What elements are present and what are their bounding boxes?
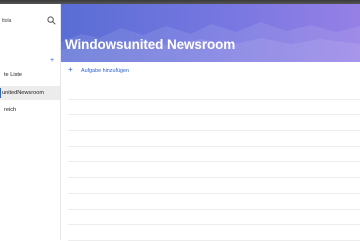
add-task-button[interactable]: + Aufgabe hinzufügen [68,65,268,78]
empty-task-row [68,100,360,116]
empty-task-row [68,225,360,241]
empty-task-row [68,178,360,194]
sidebar-item-windowsunited-newsroom[interactable]: unitedNewsroom [0,86,60,100]
mountain-background [61,4,360,62]
sidebar-item-list-3[interactable]: reich [0,103,60,117]
empty-task-row [68,147,360,163]
sidebar-item-list-1[interactable]: te Liste [0,68,60,82]
sidebar-item-label: reich [4,107,17,113]
page-title: Windowsunited Newsroom [65,37,236,52]
sidebar-item-label: te Liste [4,72,23,78]
empty-task-row [68,210,360,226]
empty-task-row [68,131,360,147]
plus-icon: + [68,65,73,74]
add-task-label: Aufgabe hinzufügen [81,68,129,74]
search-icon[interactable] [47,16,56,25]
empty-task-row [68,162,360,179]
empty-task-row [68,115,360,132]
add-list-icon[interactable]: + [50,57,54,64]
sidebar-item-label: unitedNewsroom [2,90,44,96]
task-list [68,84,360,241]
list-header-banner: Windowsunited Newsroom [61,4,360,62]
sidebar: ttola + te Liste unitedNewsroom reich [0,4,61,240]
empty-task-row [68,84,360,100]
account-name[interactable]: ttola [2,18,11,24]
main-pane: Windowsunited Newsroom + Aufgabe hinzufü… [61,4,360,241]
empty-task-row [68,194,360,210]
